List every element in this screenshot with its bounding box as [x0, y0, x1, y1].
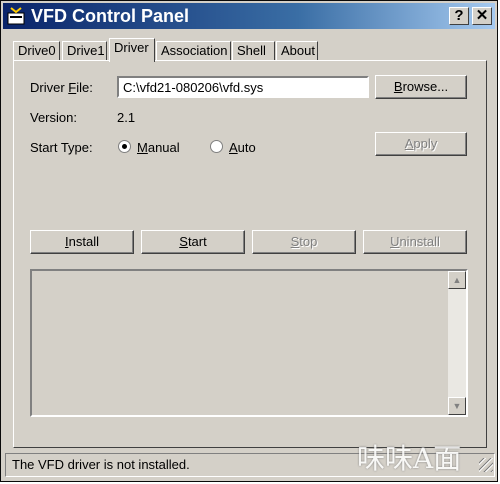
start-type-label: Start Type:: [30, 140, 93, 155]
title-bar[interactable]: VFD Control Panel ? ✕: [3, 3, 495, 29]
log-scrollbar[interactable]: ▲ ▼: [448, 271, 466, 415]
version-label: Version:: [30, 110, 77, 125]
manual-radio-label[interactable]: Manual: [137, 140, 180, 155]
help-button[interactable]: ?: [449, 7, 469, 25]
stop-button[interactable]: Stop: [252, 230, 356, 254]
driver-file-input[interactable]: C:\vfd21-080206\vfd.sys: [117, 76, 369, 98]
auto-radio-label[interactable]: Auto: [229, 140, 256, 155]
tab-driver[interactable]: Driver: [109, 38, 155, 62]
window-title: VFD Control Panel: [31, 6, 190, 26]
driver-file-label: Driver File:: [30, 80, 93, 95]
app-icon: [7, 7, 25, 25]
close-button[interactable]: ✕: [472, 7, 492, 25]
start-button[interactable]: Start: [141, 230, 245, 254]
scroll-down-icon[interactable]: ▼: [448, 397, 466, 415]
tab-shell[interactable]: Shell: [232, 41, 275, 61]
main-window: VFD Control Panel ? ✕ Drive0 Drive1 Driv…: [0, 0, 498, 482]
tab-drive1[interactable]: Drive1: [62, 41, 107, 61]
resize-grip-icon[interactable]: [479, 458, 493, 472]
auto-radio[interactable]: [210, 140, 223, 153]
tab-association[interactable]: Association: [156, 41, 231, 61]
tab-about[interactable]: About: [276, 41, 318, 61]
scroll-up-icon[interactable]: ▲: [448, 271, 466, 289]
apply-button[interactable]: Apply: [375, 132, 467, 156]
version-value: 2.1: [117, 110, 136, 125]
status-bar: The VFD driver is not installed.: [5, 453, 495, 477]
uninstall-button[interactable]: Uninstall: [363, 230, 467, 254]
manual-radio[interactable]: [118, 140, 131, 153]
browse-button[interactable]: Browse...: [375, 75, 467, 99]
install-button[interactable]: Install: [30, 230, 134, 254]
log-textarea[interactable]: ▲ ▼: [30, 269, 468, 417]
tab-drive0[interactable]: Drive0: [13, 41, 60, 61]
